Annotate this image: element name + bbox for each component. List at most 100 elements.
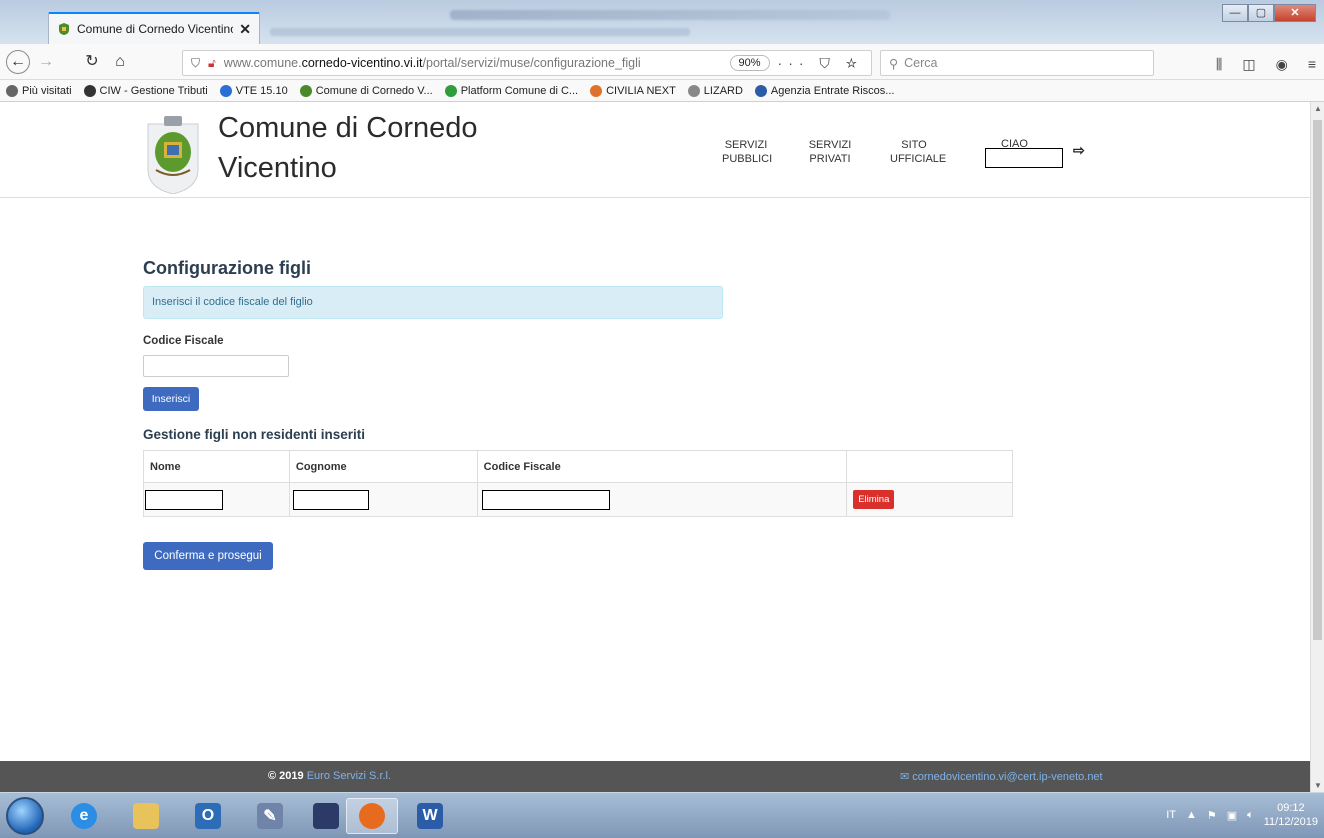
nav-servizi-privati[interactable]: SERVIZI PRIVATI <box>806 138 854 166</box>
browser-tab-active[interactable]: Comune di Cornedo Vicentino ✕ <box>48 12 260 44</box>
codice-fiscale-label: Codice Fiscale <box>143 335 224 347</box>
sidebar-icon[interactable]: ◫ <box>1242 56 1255 73</box>
bookmark-label: Platform Comune di C... <box>460 84 579 97</box>
back-arrow-icon[interactable]: ← <box>6 50 30 74</box>
window-titlebar: Comune di Cornedo Vicentino ✕ — ▢ ✕ <box>0 0 1324 44</box>
globe-icon <box>83 84 96 97</box>
tab-close-icon[interactable]: ✕ <box>239 21 251 38</box>
scroll-up-icon[interactable]: ▲ <box>1314 104 1322 113</box>
bookmark-label: VTE 15.10 <box>235 84 288 97</box>
bookmark-label: LIZARD <box>703 84 743 97</box>
bookmark-item[interactable]: Comune di Cornedo V... <box>299 84 433 97</box>
logout-icon[interactable]: ⇨ <box>1073 142 1085 159</box>
user-greeting[interactable]: CIAO <box>985 138 1063 168</box>
copyright-text: © 2019 <box>268 770 304 782</box>
account-icon[interactable]: ◉ <box>1276 56 1288 73</box>
minimize-icon[interactable]: — <box>1222 4 1248 22</box>
top-navigation: SERVIZI PUBBLICI SERVIZI PRIVATI SITO UF… <box>722 138 974 166</box>
scrollbar-thumb[interactable] <box>1313 120 1322 640</box>
crest-favicon-icon <box>59 23 69 35</box>
word-icon[interactable]: W <box>404 798 456 834</box>
codice-fiscale-input[interactable] <box>143 355 289 377</box>
lizard-icon <box>687 84 700 97</box>
scroll-down-icon[interactable]: ▼ <box>1314 781 1322 790</box>
bookmarks-bar: Più visitati CIW - Gestione Tributi VTE 15… <box>0 80 1324 102</box>
nav-sito-ufficiale[interactable]: SITO UFFICIALE <box>890 138 946 166</box>
home-icon[interactable]: ⌂ <box>108 50 132 74</box>
zoom-indicator[interactable]: 90% <box>729 55 770 71</box>
footer-email-text: cornedovicentino.vi@cert.ip-veneto.net <box>912 771 1103 783</box>
bookmark-item[interactable]: VTE 15.10 <box>219 84 288 97</box>
internet-explorer-icon[interactable]: e <box>58 798 110 834</box>
children-table: Nome Cognome Codice Fiscale Elimina <box>143 450 1013 517</box>
footer-company-link[interactable]: Euro Servizi S.r.l. <box>307 770 391 782</box>
window-controls: — ▢ ✕ <box>1222 4 1316 22</box>
redacted-codice-fiscale <box>481 489 610 510</box>
page-actions-icon[interactable]: ··· ⛉ ☆ <box>778 55 863 72</box>
redacted-username <box>985 148 1063 168</box>
shield-icon[interactable]: ⛉ <box>191 56 200 71</box>
tray-expand-icon[interactable]: ▲ <box>1186 809 1197 821</box>
agenzia-icon <box>754 84 767 97</box>
municipal-crest-logo[interactable] <box>146 114 200 194</box>
cell-cognome <box>288 482 478 517</box>
crest-icon <box>299 84 312 97</box>
redacted-nome <box>145 489 223 510</box>
file-explorer-icon[interactable] <box>120 798 172 834</box>
blurred-background-window-menu <box>270 28 690 36</box>
outlook-icon[interactable]: O <box>182 798 234 834</box>
bookmark-item[interactable]: CIW - Gestione Tributi <box>83 84 208 97</box>
page-viewport: Comune di Cornedo Vicentino SERVIZI PUBB… <box>0 102 1310 792</box>
bookmark-label: Più visitati <box>22 84 72 97</box>
bookmark-item[interactable]: LIZARD <box>687 84 743 97</box>
footer-email-link[interactable]: ✉︎ cornedovicentino.vi@cert.ip-veneto.ne… <box>900 770 1103 783</box>
clock[interactable]: 09:12 11/12/2019 <box>1264 801 1318 829</box>
clock-time: 09:12 <box>1277 802 1305 814</box>
bookmark-item[interactable]: CIVILIA NEXT <box>590 84 676 97</box>
header-cognome: Cognome <box>288 450 478 483</box>
forward-arrow-icon[interactable]: → <box>34 50 58 74</box>
bookmark-label: CIVILIA NEXT <box>606 84 676 97</box>
firefox-icon[interactable] <box>346 798 398 834</box>
site-title[interactable]: Comune di Cornedo Vicentino <box>218 108 538 188</box>
section-title: Gestione figli non residenti inseriti <box>143 427 366 442</box>
vte-icon <box>219 84 232 97</box>
flag-icon[interactable]: ⚑ <box>1207 809 1217 822</box>
search-bar[interactable]: ⚲ Cerca <box>880 50 1154 76</box>
language-indicator[interactable]: IT <box>1166 809 1176 821</box>
header-nome: Nome <box>143 450 290 483</box>
bookmark-item[interactable]: Più visitati <box>6 84 72 97</box>
envelope-icon: ✉︎ <box>900 771 910 783</box>
bookmark-item[interactable]: Platform Comune di C... <box>444 84 579 97</box>
network-icon[interactable]: ▣ <box>1227 809 1237 822</box>
url-bar[interactable]: ⛉ 🔓︎ www.comune.cornedo-vicentino.vi.it/… <box>182 50 872 76</box>
start-button-icon[interactable] <box>6 797 44 835</box>
volume-icon[interactable]: 🔈︎ <box>1247 809 1254 822</box>
redacted-cognome <box>292 489 369 510</box>
info-alert: Inserisci il codice fiscale del figlio <box>143 286 723 319</box>
page-title: Configurazione figli <box>143 258 311 278</box>
reload-icon[interactable]: ↻ <box>80 50 104 74</box>
window-close-icon[interactable]: ✕ <box>1274 4 1316 22</box>
system-tray: IT ▲ ⚑ ▣ 🔈︎ 09:12 11/12/2019 <box>1166 801 1318 829</box>
menu-icon[interactable]: ≡ <box>1308 56 1316 73</box>
bookmark-label: Agenzia Entrate Riscos... <box>770 84 895 97</box>
site-footer: © 2019 Euro Servizi S.r.l. ✉︎ cornedovic… <box>0 761 1310 792</box>
clock-date: 11/12/2019 <box>1263 816 1318 828</box>
library-icon[interactable]: ⫼ <box>1216 56 1222 73</box>
bookmark-item[interactable]: Agenzia Entrate Riscos... <box>754 84 895 97</box>
media-app-icon[interactable] <box>300 798 352 834</box>
delete-button[interactable]: Elimina <box>853 490 895 509</box>
nav-servizi-pubblici[interactable]: SERVIZI PUBBLICI <box>722 138 772 166</box>
insert-button[interactable]: Inserisci <box>143 387 199 411</box>
table-row: Elimina <box>143 482 1013 517</box>
confirm-button[interactable]: Conferma e prosegui <box>143 542 273 570</box>
bookmark-label: Comune di Cornedo V... <box>315 84 433 97</box>
tools-app-icon[interactable]: ✎ <box>244 798 296 834</box>
insecure-lock-icon[interactable]: 🔓︎ <box>208 56 216 71</box>
maximize-icon[interactable]: ▢ <box>1248 4 1274 22</box>
url-text[interactable]: www.comune.cornedo-vicentino.vi.it/porta… <box>224 56 722 70</box>
cell-codice-fiscale <box>476 482 848 517</box>
windows-taskbar: e O ✎ W IT ▲ ⚑ ▣ 🔈︎ 09:12 11/12/2019 <box>0 792 1324 838</box>
page-scrollbar[interactable]: ▲ ▼ <box>1310 102 1324 792</box>
